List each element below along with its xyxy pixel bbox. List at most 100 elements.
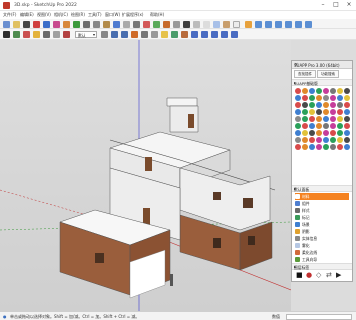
pushpull-tool-icon[interactable] [53, 20, 60, 28]
plugin-icon[interactable] [294, 143, 301, 150]
tab-function-search[interactable]: 功能搜索 [317, 70, 339, 78]
split-icon[interactable] [231, 30, 238, 38]
plugin-icon[interactable] [301, 129, 308, 136]
plugin-icon[interactable] [322, 115, 329, 122]
plugin-icon[interactable] [322, 122, 329, 129]
plugin-icon[interactable] [343, 122, 350, 129]
pan-tool-icon[interactable] [123, 20, 130, 28]
view-iso-icon[interactable] [255, 20, 262, 28]
subtract-icon[interactable] [211, 30, 218, 38]
plugin-icon[interactable] [336, 136, 343, 143]
menu-window[interactable]: 窗口(W) [105, 12, 120, 18]
menu-tools[interactable]: 工具(T) [88, 12, 102, 18]
panel-item-tags[interactable]: 标记 [295, 214, 349, 221]
plugin-icon[interactable] [322, 87, 329, 94]
panel-item-fog[interactable]: 雾化 [295, 242, 349, 249]
maximize-button[interactable]: □ [331, 2, 341, 9]
menu-edit[interactable]: 编辑(E) [20, 12, 34, 18]
plugin-icon[interactable] [301, 108, 308, 115]
plugin-icon[interactable] [301, 143, 308, 150]
style-monochrome-icon[interactable] [233, 20, 240, 28]
text-tool-icon[interactable] [33, 30, 40, 38]
menu-camera[interactable]: 相机(C) [54, 12, 68, 18]
tape-tool-icon[interactable] [103, 20, 110, 28]
plugin-icon[interactable] [294, 101, 301, 108]
plugin-icon[interactable] [308, 115, 315, 122]
menu-extensions[interactable]: 扩展程序(x) [122, 12, 144, 18]
plugin-icon[interactable] [301, 101, 308, 108]
plugin-icon[interactable] [329, 94, 336, 101]
pencil-icon[interactable] [3, 30, 10, 38]
walk-tool-icon[interactable] [141, 30, 148, 38]
plugin-icon[interactable] [322, 94, 329, 101]
close-button[interactable]: × [344, 2, 354, 9]
union-icon[interactable] [201, 30, 208, 38]
scene-next-icon[interactable] [121, 30, 128, 38]
plugin-icon[interactable] [329, 108, 336, 115]
plugin-icon[interactable] [315, 108, 322, 115]
section-suapp-basic[interactable]: SUAPP基础版 ▸ [292, 79, 352, 86]
style-textured-icon[interactable] [223, 20, 230, 28]
look-around-icon[interactable] [151, 30, 158, 38]
plugin-icon[interactable] [343, 87, 350, 94]
paint-bucket-icon[interactable] [63, 30, 70, 38]
plugin-icon[interactable] [315, 87, 322, 94]
plugin-icon[interactable] [294, 108, 301, 115]
plugin-icon[interactable] [301, 87, 308, 94]
panel-item-shadows[interactable]: 阴影 [295, 228, 349, 235]
tag-dropdown[interactable]: 默认 ▾ [75, 30, 97, 38]
section-default-panel[interactable]: 默认面板 ▸ [292, 185, 352, 192]
plugin-icon[interactable] [308, 94, 315, 101]
trim-icon[interactable] [221, 30, 228, 38]
plugin-icon[interactable] [294, 136, 301, 143]
solid-tools-icon[interactable] [171, 30, 178, 38]
plugin-icon[interactable] [329, 87, 336, 94]
panel-close-button[interactable]: × [294, 62, 350, 68]
plugin-icon[interactable] [315, 143, 322, 150]
plugin-icon[interactable] [343, 94, 350, 101]
plugin-icon[interactable] [308, 136, 315, 143]
plugin-icon[interactable] [301, 94, 308, 101]
view-front-icon[interactable] [275, 20, 282, 28]
plugin-icon[interactable] [329, 129, 336, 136]
plugin-icon[interactable] [343, 108, 350, 115]
rectangle-tool-icon[interactable] [43, 20, 50, 28]
play-icon[interactable]: ▶ [336, 271, 341, 279]
zoom-extents-icon[interactable] [143, 20, 150, 28]
outer-shell-icon[interactable] [181, 30, 188, 38]
rotate-tool-icon[interactable] [73, 20, 80, 28]
plugin-icon[interactable] [294, 129, 301, 136]
plugin-icon[interactable] [343, 143, 350, 150]
offset-tool-icon[interactable] [93, 20, 100, 28]
zoom-tool-icon[interactable] [133, 20, 140, 28]
warehouse-icon[interactable] [153, 20, 160, 28]
panel-item-entity-info[interactable]: 实体信息 [295, 235, 349, 242]
plugin-icon[interactable] [329, 136, 336, 143]
section-plane-icon[interactable] [13, 30, 20, 38]
scene-prev-icon[interactable] [111, 30, 118, 38]
plugin-icon[interactable] [322, 101, 329, 108]
tab-find-plugin[interactable]: 查找插件 [294, 70, 316, 78]
plugin-icon[interactable] [343, 115, 350, 122]
panel-item-styles[interactable]: 样式 [295, 207, 349, 214]
plugin-icon[interactable] [322, 143, 329, 150]
plugin-icon[interactable] [315, 122, 322, 129]
section-tags[interactable]: 图层标签 ▸ [292, 263, 352, 270]
plugin-icon[interactable] [322, 129, 329, 136]
view-left-icon[interactable] [305, 20, 312, 28]
orbit-tool-icon[interactable] [113, 20, 120, 28]
camera-position-icon[interactable] [131, 30, 138, 38]
record-icon[interactable]: ● [306, 271, 312, 279]
plugin-icon[interactable] [308, 129, 315, 136]
minimize-button[interactable]: – [318, 2, 328, 9]
plugin-icon[interactable] [322, 136, 329, 143]
plugin-icon[interactable] [294, 94, 301, 101]
panel-item-soften-edges[interactable]: 柔化边线 [295, 249, 349, 256]
scale-tool-icon[interactable] [83, 20, 90, 28]
view-back-icon[interactable] [295, 20, 302, 28]
link-icon[interactable]: ⇄ [326, 271, 332, 279]
3d-text-icon[interactable] [53, 30, 60, 38]
plugin-icon[interactable] [294, 122, 301, 129]
plugin-icon[interactable] [308, 101, 315, 108]
intersect-icon[interactable] [191, 30, 198, 38]
